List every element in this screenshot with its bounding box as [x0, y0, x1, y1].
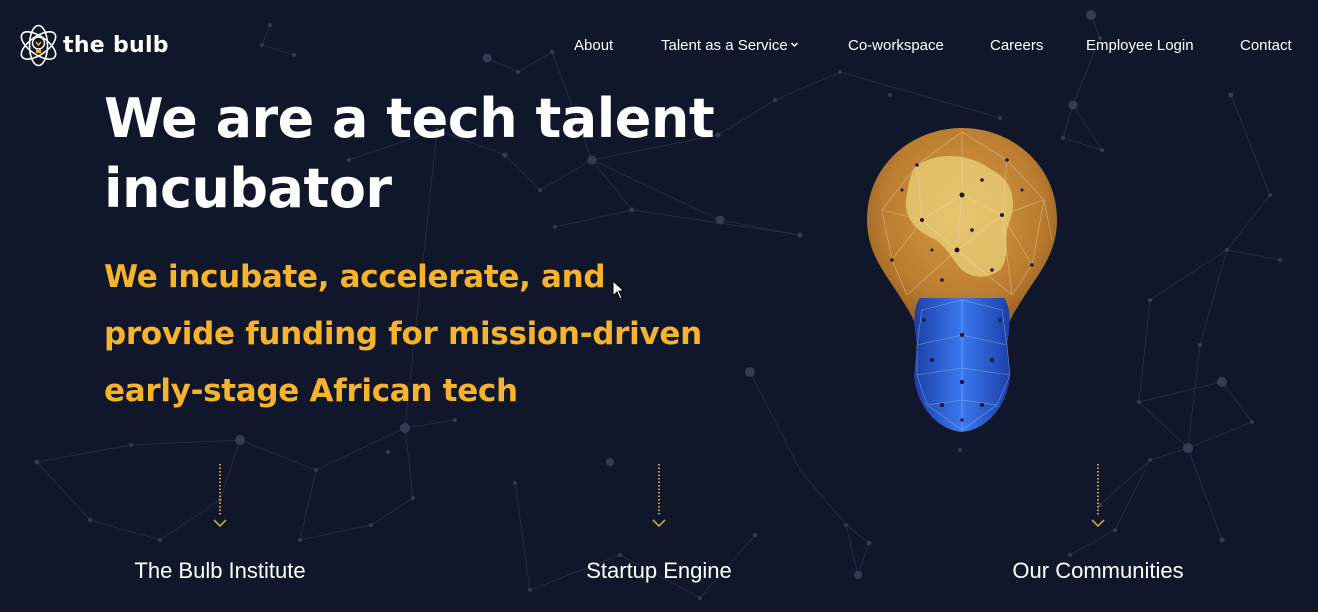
lightbulb-illustration: [867, 128, 1057, 432]
chevron-down-icon: [790, 42, 798, 48]
hero-title-line-2: incubator: [104, 157, 392, 220]
nav-careers[interactable]: Careers: [990, 33, 1043, 59]
section-label: Startup Engine: [586, 558, 732, 583]
arrow-down-icon: [652, 464, 666, 528]
hero-subtitle-line-2: provide funding for mission-driven: [104, 316, 702, 352]
section-label: Our Communities: [1012, 558, 1184, 583]
nav-about[interactable]: About: [574, 33, 613, 59]
section-link-bulb-institute[interactable]: The Bulb Institute: [90, 462, 350, 592]
hero-subtitle-line-3: early-stage African tech: [104, 373, 518, 409]
nav-talent-as-a-service[interactable]: Talent as a Service: [661, 33, 799, 59]
page: the bulb About Talent as a Service Co-wo…: [0, 0, 1318, 612]
section-link-startup-engine[interactable]: Startup Engine: [529, 462, 789, 592]
arrow-down-icon: [213, 464, 227, 528]
main-nav: About Talent as a Service Co-workspace C…: [0, 33, 1318, 59]
hero-title-line-1: We are a tech talent: [104, 87, 715, 150]
nav-talent-label: Talent as a Service: [661, 37, 788, 54]
hero-subtitle: We incubate, accelerate, and provide fun…: [104, 249, 724, 420]
section-label: The Bulb Institute: [134, 558, 306, 583]
hero-subtitle-line-1: We incubate, accelerate, and: [104, 259, 606, 295]
arrow-down-icon: [1091, 464, 1105, 528]
nav-employee-login[interactable]: Employee Login: [1086, 33, 1194, 59]
section-link-our-communities[interactable]: Our Communities: [968, 462, 1228, 592]
hero-title: We are a tech talent incubator: [104, 84, 744, 224]
nav-contact[interactable]: Contact: [1240, 33, 1292, 59]
mouse-cursor-icon: [612, 280, 626, 300]
nav-co-workspace[interactable]: Co-workspace: [848, 33, 944, 59]
